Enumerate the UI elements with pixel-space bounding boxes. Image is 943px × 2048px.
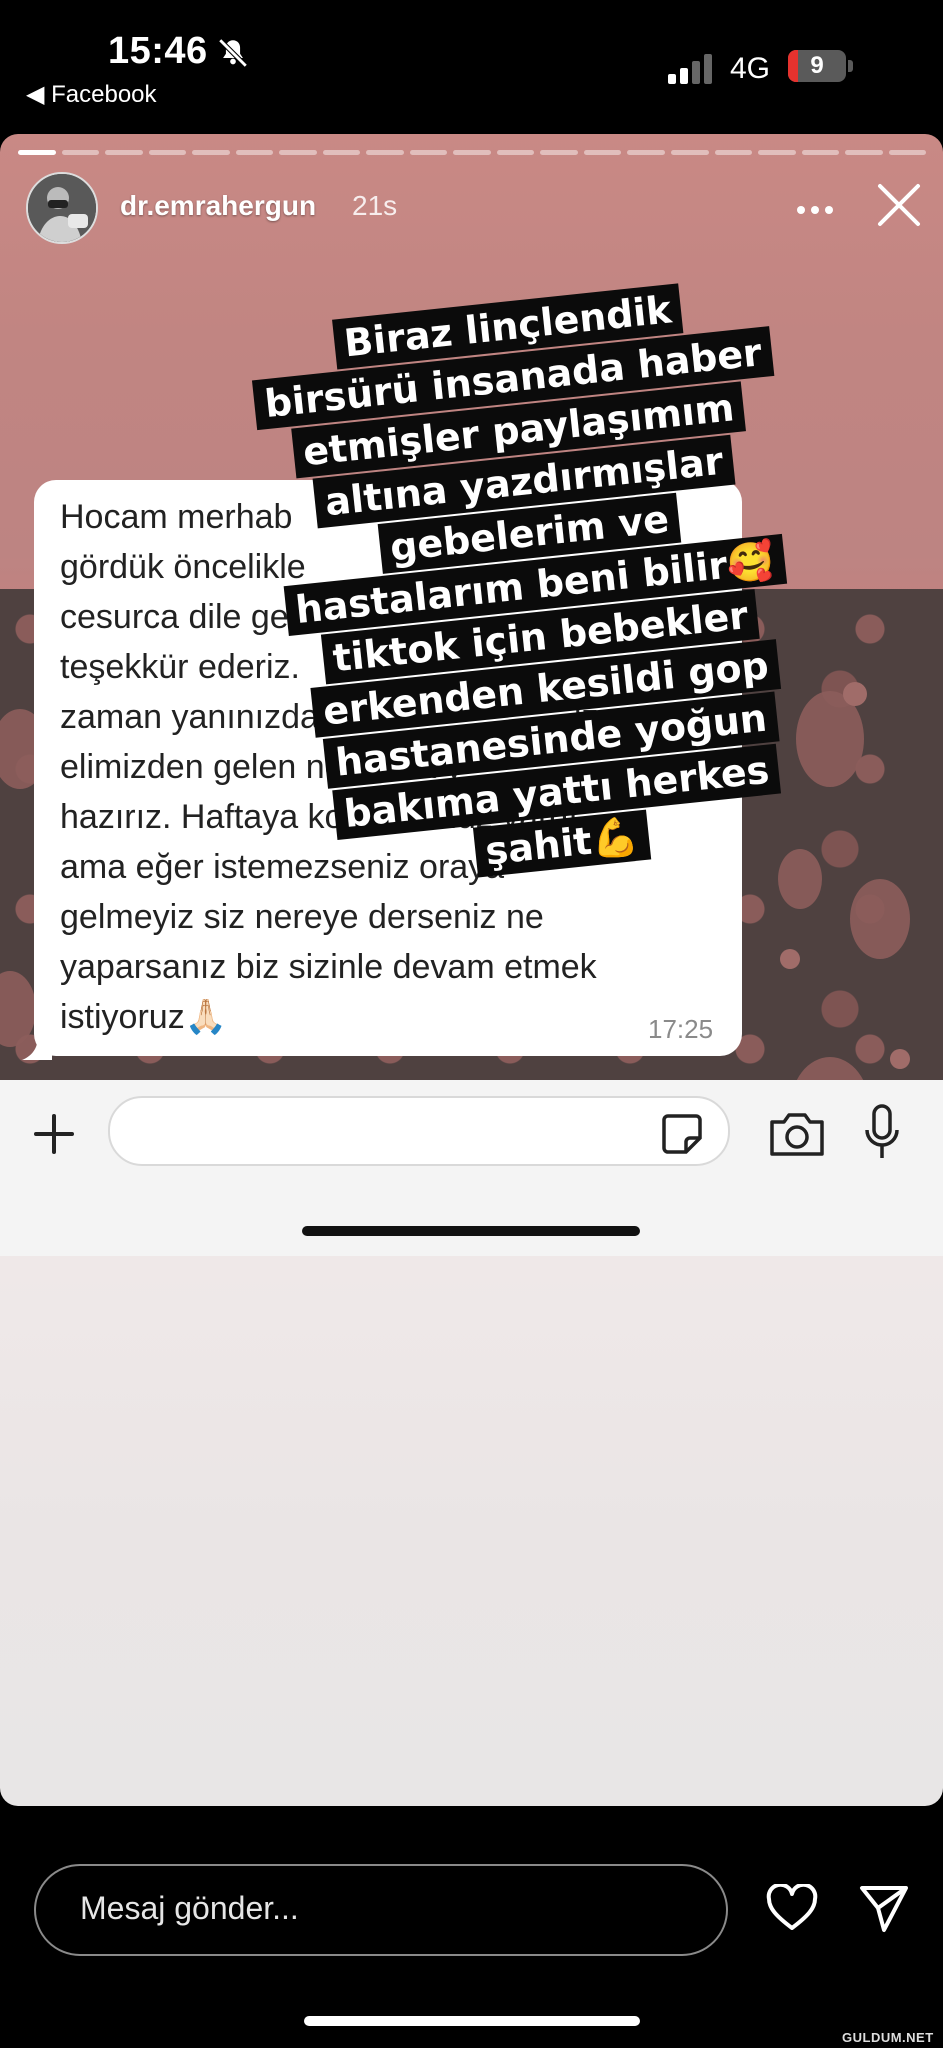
story-caption: Biraz linçlendik birsürü insanada haber et… [227, 272, 844, 899]
story-age: 21s [352, 190, 398, 221]
story-progress-segment [496, 150, 535, 155]
sticker-icon[interactable] [660, 1112, 704, 1156]
story-progress-segment [322, 150, 361, 155]
story-progress-segment [235, 150, 274, 155]
network-type: 4G [730, 52, 771, 85]
inner-home-indicator [302, 1226, 640, 1236]
story-progress-segment [148, 150, 187, 155]
story-progress-segment [888, 150, 927, 155]
status-time: 15:46 [108, 30, 208, 72]
story-progress-segment [583, 150, 622, 155]
battery-icon: 9 [788, 50, 854, 84]
story-progress-segment [453, 150, 491, 155]
camera-icon[interactable] [768, 1110, 826, 1158]
story-progress-segment [192, 150, 230, 155]
story-progress-segment [801, 150, 840, 155]
story-progress-segment [409, 150, 448, 155]
story-progress-segment [627, 150, 665, 155]
story-progress-bar [18, 150, 927, 155]
story-progress-segment [279, 150, 317, 155]
story-progress-segment [105, 150, 143, 155]
story-progress-segment [540, 150, 578, 155]
home-indicator [304, 2016, 640, 2026]
story-progress-segment [366, 150, 404, 155]
close-icon[interactable] [874, 180, 924, 230]
story-username[interactable]: dr.emrahergun [120, 190, 316, 222]
battery-level: 9 [810, 52, 824, 79]
story-progress-segment [845, 150, 883, 155]
more-options-icon[interactable] [795, 204, 835, 216]
reply-placeholder: Mesaj gönder... [80, 1890, 299, 1926]
story-progress-segment [61, 150, 100, 155]
story-progress-segment [18, 150, 56, 155]
chat-text-field[interactable] [108, 1096, 730, 1166]
watermark: GULDUM.NET [842, 2030, 934, 2045]
bell-muted-icon [218, 38, 248, 68]
send-icon[interactable] [858, 1882, 910, 1934]
back-to-app-link[interactable]: ◀ Facebook [26, 80, 157, 109]
story-progress-segment [670, 150, 709, 155]
avatar[interactable] [26, 172, 98, 244]
heart-icon[interactable] [766, 1884, 818, 1932]
plus-icon[interactable] [30, 1110, 78, 1158]
chat-message-time: 17:25 [648, 1014, 714, 1044]
story-progress-segment [714, 150, 753, 155]
microphone-icon[interactable] [864, 1104, 900, 1162]
signal-icon [668, 54, 712, 84]
story-progress-segment [758, 150, 796, 155]
